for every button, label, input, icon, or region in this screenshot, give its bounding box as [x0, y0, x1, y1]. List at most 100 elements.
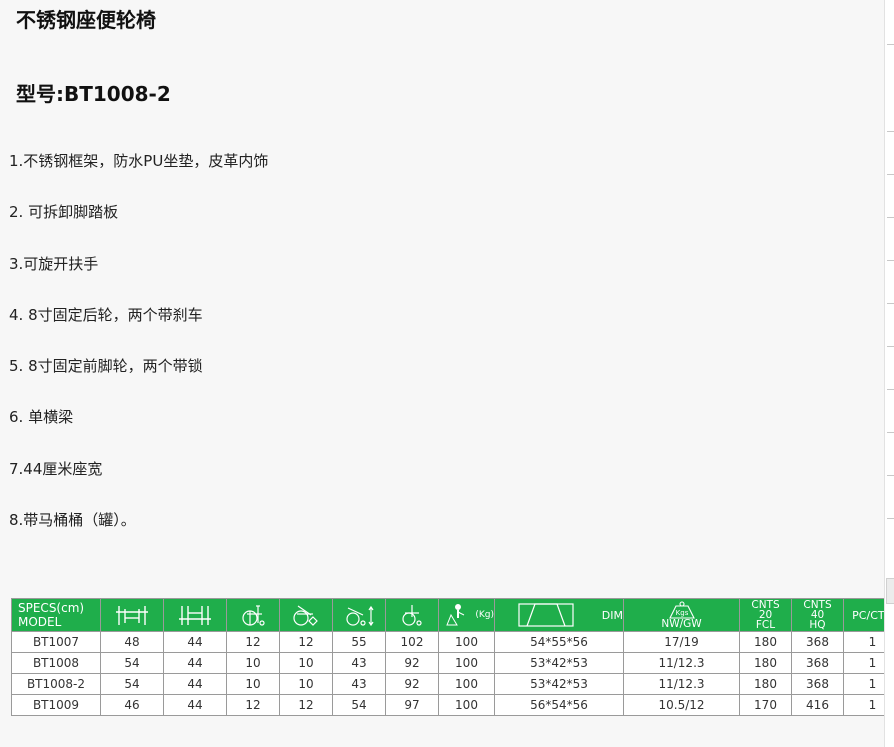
seat-height-icon: [346, 605, 374, 627]
cell-rear-wheel: 12: [226, 694, 280, 716]
cell-seat-height: 55: [332, 631, 386, 653]
cell-overall-height: 92: [385, 673, 439, 695]
cell-cnts20: 170: [739, 694, 792, 716]
cell-max-weight: 100: [438, 694, 495, 716]
cell-carton-dim: 54*55*56: [494, 631, 624, 653]
feature-item: 2. 可拆卸脚踏板: [9, 203, 119, 221]
rail-tick: [887, 303, 894, 304]
table-row: BT1008 54 44 10 10 43 92 100 53*42*53 11/12.3 180 3…: [11, 652, 894, 674]
cell-seat-width: 44: [163, 694, 227, 716]
net-gross-weight-icon: Kgs: [668, 600, 695, 619]
max-weight-icon: [446, 604, 465, 626]
cell-seat-width: 44: [163, 652, 227, 674]
seat-width-header: [163, 598, 227, 632]
cell-cnts20: 180: [739, 673, 792, 695]
carton-dimension-icon: [518, 603, 574, 627]
rail-tick: [887, 217, 894, 218]
front-wheel-icon: [293, 605, 318, 626]
cnts20-header: CNTS 20 FCL: [739, 598, 792, 632]
cell-model: BT1009: [11, 694, 101, 716]
cell-rear-wheel: 12: [226, 631, 280, 653]
rail-tick: [887, 346, 894, 347]
specs-label: SPECS(cm): [18, 601, 85, 615]
seat-height-header: [332, 598, 386, 632]
cell-model: BT1008: [11, 652, 101, 674]
cell-seat-width: 44: [163, 673, 227, 695]
cell-seat-height: 43: [332, 652, 386, 674]
rail-tick: [887, 518, 894, 519]
cell-cnts40: 416: [791, 694, 844, 716]
cell-overall-width: 54: [100, 652, 164, 674]
rear-wheel-icon: [242, 605, 265, 626]
cell-carton-dim: 56*54*56: [494, 694, 624, 716]
table-row: BT1009 46 44 12 12 54 97 100 56*54*56 10.5/12 170 4…: [11, 694, 894, 716]
rail-tick: [887, 174, 894, 175]
cell-front-wheel: 12: [279, 631, 333, 653]
cell-model: BT1008-2: [11, 673, 101, 695]
rail-tick: [887, 131, 894, 132]
feature-item: 6. 单横梁: [9, 408, 74, 426]
page-scroll-rail[interactable]: [884, 0, 894, 747]
scroll-handle[interactable]: [886, 578, 894, 604]
table-row: BT1008-2 54 44 10 10 43 92 100 53*42*53 11/12.3 18…: [11, 673, 894, 695]
cell-front-wheel: 12: [279, 694, 333, 716]
overall-height-icon: [402, 605, 422, 626]
cell-rear-wheel: 10: [226, 673, 280, 695]
weight-header: Kgs NW/GW: [623, 598, 740, 632]
cell-front-wheel: 10: [279, 673, 333, 695]
cell-cnts20: 180: [739, 652, 792, 674]
table-row: BT1007 48 44 12 12 55 102 100 54*55*56 17/19 180 36…: [11, 631, 894, 653]
rail-tick: [887, 475, 894, 476]
cell-cnts20: 180: [739, 631, 792, 653]
cell-max-weight: 100: [438, 631, 495, 653]
page: 不锈钢座便轮椅 型号:BT1008-2 1.不锈钢框架，防水PU坐垫，皮革内饰 …: [0, 0, 894, 747]
rail-tick: [887, 432, 894, 433]
cnts40-header: CNTS 40 HQ: [791, 598, 844, 632]
front-wheel-header: [279, 598, 333, 632]
feature-item: 7.44厘米座宽: [9, 460, 103, 478]
cell-nw-gw: 11/12.3: [623, 673, 740, 695]
nwgw-label: NW/GW: [661, 617, 702, 630]
cell-nw-gw: 17/19: [623, 631, 740, 653]
cell-nw-gw: 11/12.3: [623, 652, 740, 674]
cell-overall-width: 48: [100, 631, 164, 653]
specs-model-header: SPECS(cm) MODEL: [11, 598, 101, 632]
cell-model: BT1007: [11, 631, 101, 653]
product-title: 不锈钢座便轮椅: [16, 8, 156, 32]
cell-seat-height: 43: [332, 673, 386, 695]
overall-width-header: [100, 598, 164, 632]
model-label: MODEL: [18, 615, 62, 629]
cell-overall-width: 46: [100, 694, 164, 716]
max-weight-header: (Kg): [438, 598, 495, 632]
cell-overall-height: 92: [385, 652, 439, 674]
spec-table-container: SPECS(cm) MODEL (Kg) DIM Kgs NW/GW CNTS …: [11, 598, 894, 716]
cell-cnts40: 368: [791, 631, 844, 653]
weight-unit-label: (Kg): [475, 609, 494, 620]
cnts40-line3: HQ: [809, 619, 826, 631]
rail-tick: [887, 389, 894, 390]
dimension-header: DIM: [494, 598, 624, 632]
rail-tick: [887, 260, 894, 261]
dim-label: DIM: [601, 608, 623, 622]
cell-max-weight: 100: [438, 652, 495, 674]
feature-item: 8.带马桶桶（罐）。: [9, 511, 136, 529]
seat-width-icon: [179, 606, 211, 625]
cell-seat-height: 54: [332, 694, 386, 716]
feature-item: 5. 8寸固定前脚轮，两个带锁: [9, 357, 203, 375]
cell-max-weight: 100: [438, 673, 495, 695]
overall-width-icon: [116, 606, 148, 625]
cell-seat-width: 44: [163, 631, 227, 653]
cell-overall-height: 97: [385, 694, 439, 716]
cell-front-wheel: 10: [279, 652, 333, 674]
overall-height-header: [385, 598, 439, 632]
cell-carton-dim: 53*42*53: [494, 673, 624, 695]
cell-overall-width: 54: [100, 673, 164, 695]
feature-item: 3.可旋开扶手: [9, 255, 99, 273]
rear-wheel-header: [226, 598, 280, 632]
cnts20-line3: FCL: [755, 619, 776, 631]
feature-item: 4. 8寸固定后轮，两个带刹车: [9, 306, 203, 324]
cell-nw-gw: 10.5/12: [623, 694, 740, 716]
cell-overall-height: 102: [385, 631, 439, 653]
spec-table: SPECS(cm) MODEL (Kg) DIM Kgs NW/GW CNTS …: [11, 598, 894, 716]
cell-rear-wheel: 10: [226, 652, 280, 674]
